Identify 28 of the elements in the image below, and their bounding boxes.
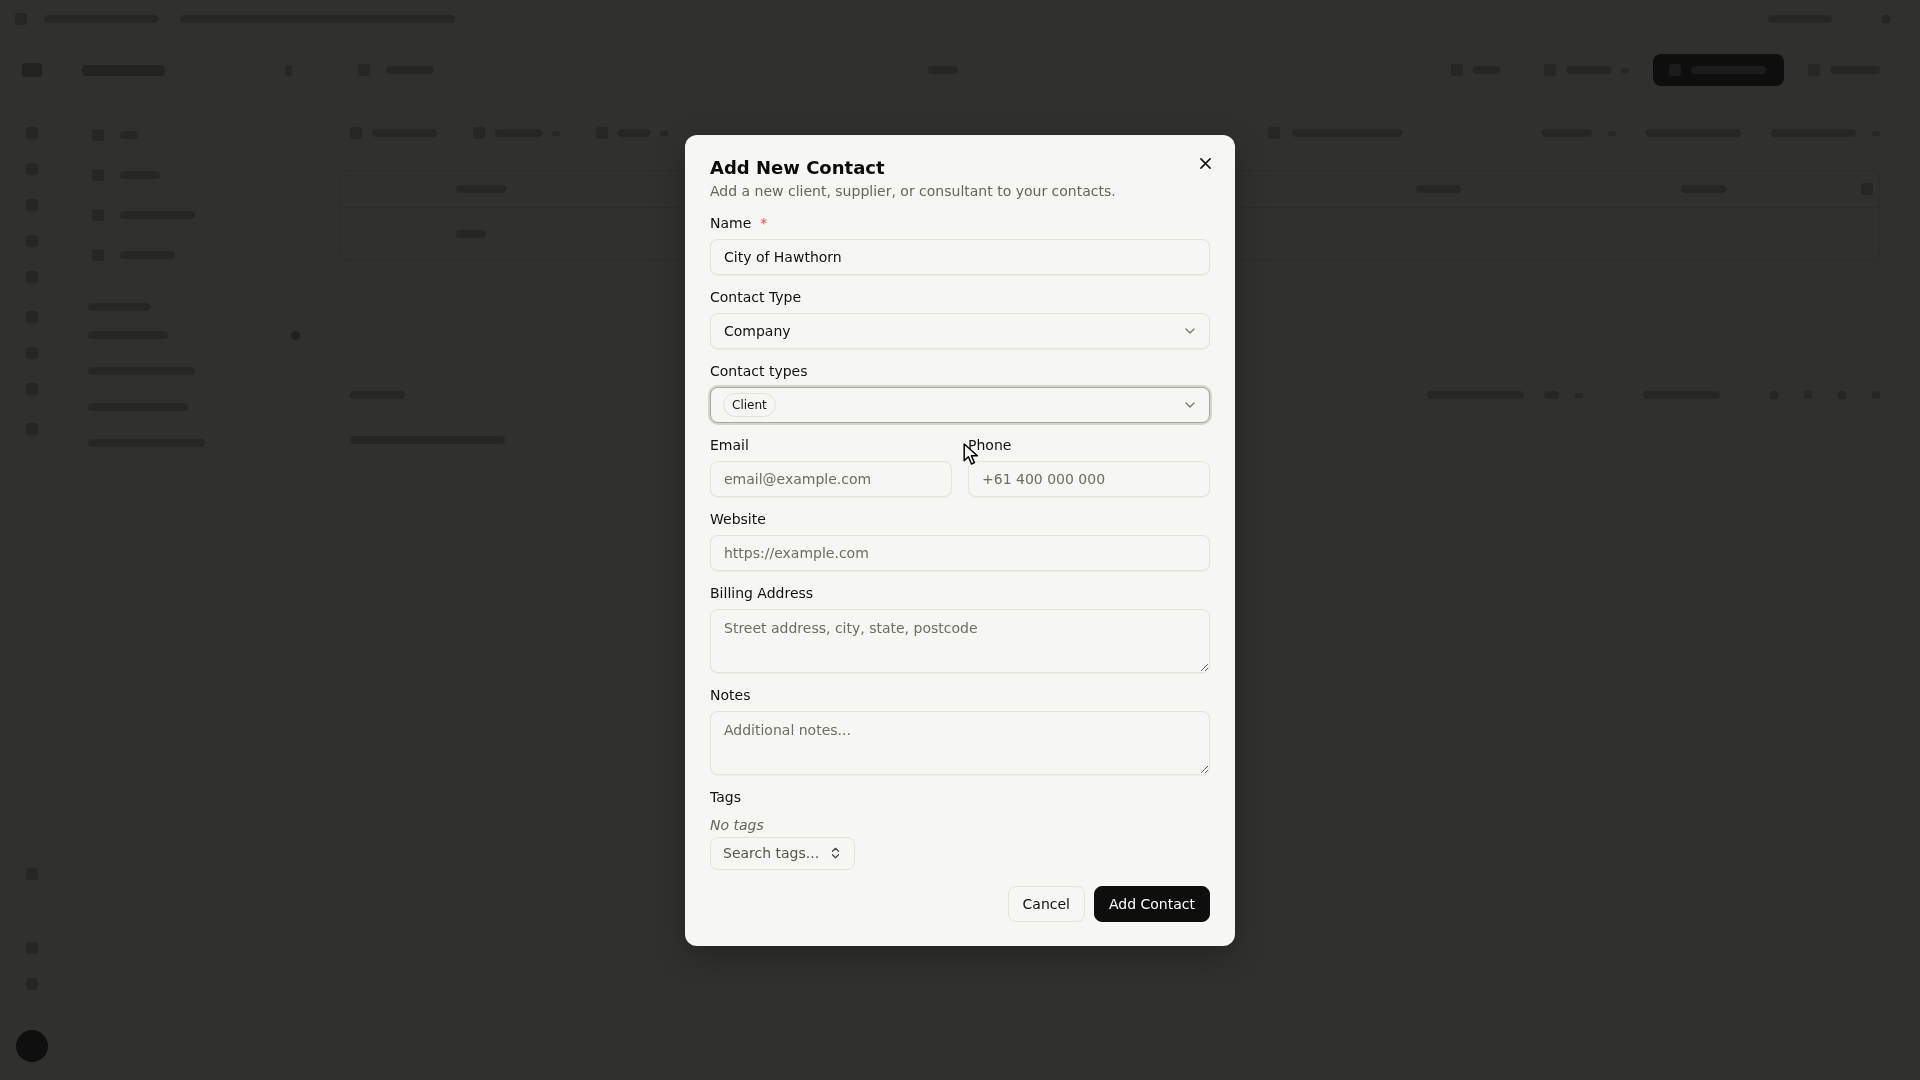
up-down-chevron-icon — [831, 847, 841, 859]
text-area[interactable]: Additional notes... — [710, 710, 1210, 775]
field-label: Website — [710, 509, 766, 529]
field-label: Notes — [710, 685, 751, 705]
select-field[interactable]: Company — [710, 312, 1210, 349]
chevron-down-icon — [1185, 327, 1195, 334]
multi-select-field[interactable]: Client — [710, 386, 1210, 423]
dialog-title: Add New Contact — [710, 155, 885, 180]
text-area[interactable]: Street address, city, state, postcode — [710, 608, 1210, 673]
text-field[interactable]: City of Hawthorn — [710, 238, 1210, 275]
cancel-button[interactable]: Cancel — [1007, 885, 1085, 922]
field-label: Contact Type — [710, 287, 802, 307]
close-icon — [1199, 158, 1211, 169]
tag-search-button[interactable]: Search tags... — [710, 836, 856, 870]
text-field[interactable]: https://example.com — [710, 534, 1210, 571]
field-label: Billing Address — [710, 583, 814, 603]
text-field[interactable]: +61 400 000 000 — [968, 460, 1210, 497]
field-label: Name — [710, 213, 752, 233]
field-label: Tags — [710, 787, 741, 807]
required-mark: * — [760, 213, 768, 233]
add-contact-button[interactable]: Add Contact — [1093, 885, 1210, 922]
field-label: Email — [710, 435, 749, 455]
empty-text: No tags — [710, 815, 764, 835]
field-label: Contact types — [710, 361, 808, 381]
dialog-description: Add a new client, supplier, or consultant to your contacts. — [710, 181, 1117, 201]
text-field[interactable]: email@example.com — [710, 460, 952, 497]
field-label: Phone — [968, 435, 1012, 455]
chevron-down-icon — [1185, 401, 1195, 408]
